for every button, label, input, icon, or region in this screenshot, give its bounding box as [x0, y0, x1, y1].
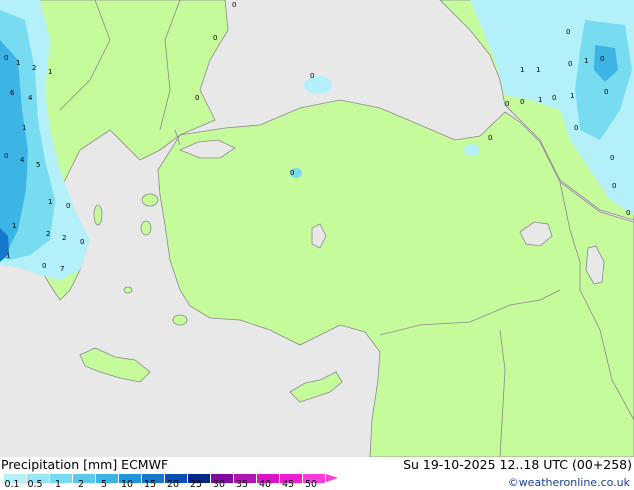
- land-chios: [140, 220, 152, 236]
- precip-label: 0: [600, 55, 604, 63]
- color-scale-tick-label: 1: [54, 479, 62, 490]
- color-scale-tick-label: 40: [258, 479, 272, 490]
- precip-east-patch: [464, 144, 480, 156]
- precip-label: 2: [46, 230, 50, 238]
- color-scale-tick-label: 0.5: [27, 479, 43, 490]
- precip-label: 0: [232, 1, 236, 9]
- precip-label: 0: [213, 34, 217, 42]
- precip-label: 0: [520, 98, 524, 106]
- precip-label: 1: [16, 59, 20, 67]
- precip-label: 0: [310, 72, 314, 80]
- precip-label: 6: [10, 89, 15, 97]
- precip-label: 1: [584, 57, 588, 65]
- precip-label: 1: [538, 96, 542, 104]
- precip-label: 0: [195, 94, 199, 102]
- product-title: Precipitation [mm] ECMWF: [1, 457, 169, 472]
- precip-label: 0: [42, 262, 46, 270]
- precip-label: 0: [4, 54, 8, 62]
- precip-label: 0: [612, 182, 616, 190]
- precip-label: 1: [570, 92, 574, 100]
- color-scale-tick-label: 2: [77, 479, 85, 490]
- precip-label: 1: [48, 198, 52, 206]
- land-rhodes: [172, 314, 188, 326]
- precip-label: 1: [520, 66, 524, 74]
- color-scale-tick-label: 5: [100, 479, 108, 490]
- precip-label: 2: [62, 234, 66, 242]
- precip-label: 0: [626, 209, 630, 217]
- precip-label: 4: [28, 94, 33, 102]
- precip-label: 1: [536, 66, 540, 74]
- color-scale-tick-label: 30: [212, 479, 226, 490]
- color-scale-ticks: 0.1 0.5 1 2 5 10 15 20 25 30 35 40 45 50: [0, 480, 330, 490]
- precip-label: 7: [60, 265, 64, 273]
- map-canvas: 0 1 2 1 6 4 1 0 4 5 1 0 1 2 2 0 1 0 7 0 …: [0, 0, 634, 457]
- precip-label: 0: [568, 60, 572, 68]
- precip-blacksea-patch: [304, 76, 332, 94]
- land-naxos: [123, 286, 133, 294]
- precip-label: 0: [566, 28, 570, 36]
- color-scale-tick-label: 20: [166, 479, 180, 490]
- precip-label: 1: [6, 252, 10, 260]
- precip-label: 5: [36, 161, 40, 169]
- precip-label: 1: [22, 124, 26, 132]
- land-euboea: [93, 204, 103, 226]
- color-scale-tick-label: 45: [281, 479, 295, 490]
- precip-label: 0: [80, 238, 84, 246]
- precip-label: 0: [610, 154, 614, 162]
- map-footer: Precipitation [mm] ECMWF Su 19-10-2025 1…: [0, 457, 634, 490]
- precip-label: 0: [4, 152, 8, 160]
- color-scale-tick-label: 15: [143, 479, 157, 490]
- precip-label: 4: [20, 156, 25, 164]
- color-scale-tick-label: 25: [189, 479, 203, 490]
- color-scale-tick-label: 0.1: [4, 479, 20, 490]
- precip-label: 0: [505, 100, 509, 108]
- precip-label: 1: [48, 68, 52, 76]
- precipitation-map-view: 0 1 2 1 6 4 1 0 4 5 1 0 1 2 2 0 1 0 7 0 …: [0, 0, 634, 490]
- credit-link[interactable]: ©weatheronline.co.uk: [508, 476, 630, 490]
- color-scale-tick-label: 35: [235, 479, 249, 490]
- color-scale-tick-label: 10: [120, 479, 134, 490]
- precip-label: 0: [604, 88, 608, 96]
- precip-label: 0: [488, 134, 492, 142]
- precip-label: 0: [290, 169, 294, 177]
- precip-label: 2: [32, 64, 36, 72]
- color-scale-tick-label: 50: [304, 479, 318, 490]
- land-lesbos: [141, 193, 159, 207]
- valid-time: Su 19-10-2025 12..18 UTC (00+258): [403, 457, 632, 472]
- precip-label: 0: [552, 94, 556, 102]
- precip-label: 1: [12, 222, 16, 230]
- precip-label: 0: [66, 202, 70, 210]
- precip-label: 0: [574, 124, 578, 132]
